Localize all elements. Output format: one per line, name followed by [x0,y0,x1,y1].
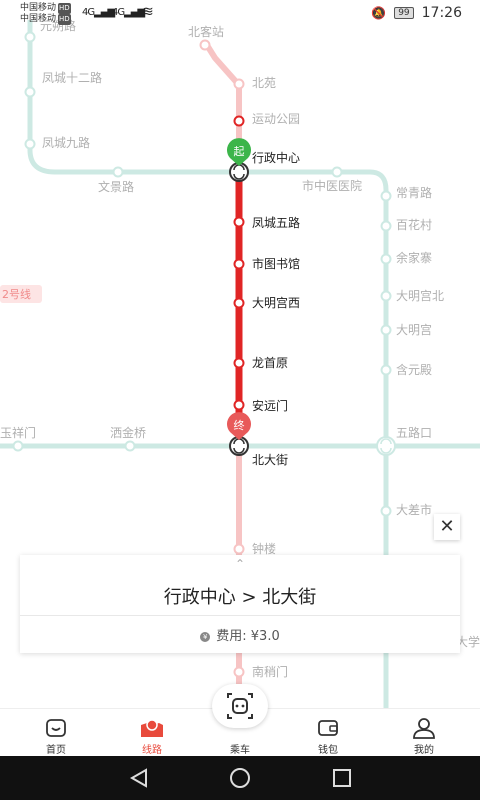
wallet-icon [318,720,338,736]
fare-row: ¥ 费用: ¥3.0 [20,625,460,644]
fare-label: 费用: [216,629,247,644]
route-title: 行政中心 > 北大街 [163,587,317,608]
station-label: 大明宫 [396,322,432,337]
user-icon [413,718,435,739]
station-label: 文景路 [98,179,134,194]
station-label: 五路口 [396,425,432,440]
station-label: 余家寨 [396,250,432,265]
home-icon [46,719,66,737]
station-label: 凤城九路 [42,135,90,150]
station-label: 凤城十二路 [42,70,102,85]
fare-value: ¥3.0 [250,629,280,644]
station-label: 市中医医院 [302,178,362,193]
status-bar: 中国移动 HD 中国移动 HD 4G ▂▄▆ 4G ▂▄▆ ≋ 🔕 99 17:26 [0,0,480,28]
map-pin-icon [141,719,163,737]
close-button[interactable]: ✕ [434,514,460,540]
line2-tag-label: 2号线 [2,287,31,301]
expand-chevron-icon[interactable]: ⌃ [20,557,460,571]
station-label: 常青路 [396,185,432,200]
home-circle-icon[interactable] [225,766,255,790]
station-label: 大明宫西 [252,295,300,310]
station-label: 南稍门 [252,664,288,679]
svg-text:起: 起 [234,145,245,158]
station-label: 行政中心 [252,150,300,165]
clock: 17:26 [421,5,462,21]
station-label: 洒金桥 [110,425,146,440]
end-marker: 终 [227,412,252,440]
station-label: 大差市 [396,502,432,517]
mute-icon: 🔕 [371,6,387,20]
svg-text:终: 终 [234,418,245,432]
station-label: 安远门 [252,398,288,413]
station-label: 钟楼 [252,541,276,556]
tab-route[interactable]: 线路 [112,709,192,757]
station-label: 大明宫北 [396,288,444,303]
station-label: 玉祥门 [0,425,36,440]
station-label: 百花村 [396,217,432,232]
coin-icon: ¥ [200,632,211,642]
carrier-1: 中国移动 HD [20,3,71,14]
start-marker: 起 [227,138,252,166]
qr-scan-icon [227,693,253,719]
station-label: 市图书馆 [252,256,300,271]
battery-icon: 99 [394,7,414,19]
station-label: 运动公园 [252,112,300,126]
station-label: 北大街 [252,453,288,467]
station-label: 凤城五路 [252,215,300,230]
ride-scan-button[interactable] [212,684,268,728]
tab-wallet[interactable]: 钱包 [288,709,368,757]
system-nav-bar [0,756,480,800]
station-label: 北苑 [252,76,276,90]
tab-home[interactable]: 首页 [16,709,96,757]
tab-mine[interactable]: 我的 [384,709,464,757]
route-info-card[interactable]: ⌃ 行政中心 > 北大街 ¥ 费用: ¥3.0 [20,555,460,653]
divider [20,615,460,616]
recents-icon[interactable] [327,766,357,790]
transfer-icon [376,436,396,456]
back-icon[interactable] [124,766,154,790]
network-type-1: 4G [82,7,95,18]
carrier-2: 中国移动 HD [20,14,71,25]
network-type-2: 4G [112,7,125,18]
wifi-icon: ≋ [142,4,154,20]
station-label: 龙首原 [252,356,288,370]
station-label: 含元殿 [396,362,432,377]
